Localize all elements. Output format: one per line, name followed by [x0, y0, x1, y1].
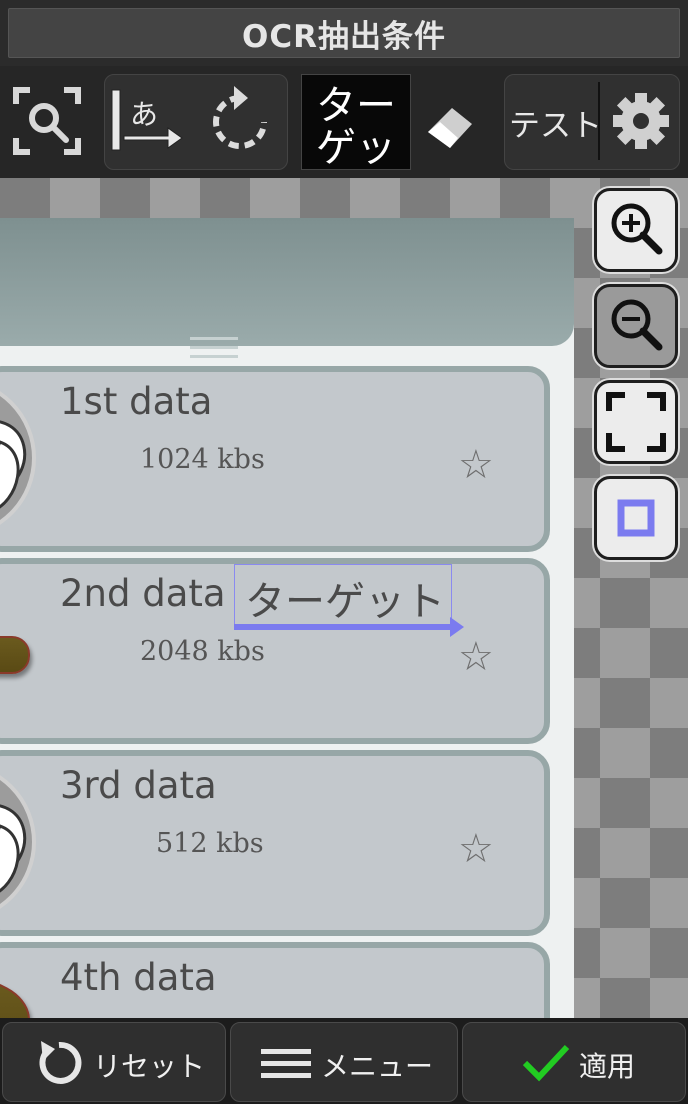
wood-plank-image — [0, 636, 30, 674]
area-search-button[interactable] — [10, 82, 84, 160]
item-size: 1024 kbs — [140, 444, 265, 475]
item-size: 2048 kbs — [140, 636, 265, 667]
zoom-in-icon — [611, 203, 663, 255]
gear-icon — [613, 93, 669, 149]
wing-icon — [0, 420, 27, 509]
sheet-header — [0, 218, 574, 358]
list-item[interactable]: 3rd data 512 kbs ☆ — [0, 750, 550, 936]
arrow-head-icon — [450, 617, 464, 637]
settings-button[interactable] — [608, 88, 674, 154]
reset-label: リセット — [93, 1050, 206, 1083]
target-label-line2: ゲッ — [316, 125, 396, 170]
target-label-line1: ター — [316, 83, 396, 129]
reset-icon — [39, 1041, 82, 1084]
search-frame-icon — [13, 87, 81, 155]
drag-handle-icon[interactable] — [190, 337, 238, 359]
page-title: OCR抽出条件 — [242, 18, 446, 55]
item-name: 1st data — [60, 380, 213, 423]
title-panel: OCR抽出条件 — [8, 8, 680, 58]
ocr-target-text: ターゲット — [245, 579, 445, 625]
reset-button[interactable]: リセット — [2, 1022, 226, 1102]
fit-screen-icon — [606, 392, 666, 452]
menu-button[interactable]: メニュー — [230, 1022, 458, 1102]
preview-canvas[interactable]: 1st data 1024 kbs ☆ 2nd data 2048 kbs ☆ … — [0, 178, 688, 1018]
rotate-button[interactable] — [204, 80, 276, 164]
zoom-out-icon — [611, 299, 663, 351]
toolbar-separator — [598, 82, 600, 160]
menu-label: メニュー — [321, 1050, 434, 1083]
direction-glyph: あ — [130, 98, 158, 131]
wood-plank-image — [0, 978, 30, 1018]
selection-box-icon — [617, 499, 655, 537]
apply-label: 適用 — [579, 1050, 636, 1083]
item-size: 512 kbs — [156, 828, 264, 859]
text-direction-button[interactable]: あ — [108, 80, 188, 164]
test-button[interactable]: テスト — [509, 100, 602, 145]
item-name: 4th data — [60, 956, 217, 999]
star-icon[interactable]: ☆ — [458, 826, 494, 872]
check-icon — [522, 1044, 570, 1082]
selection-box-button[interactable] — [594, 476, 678, 560]
item-name: 2nd data — [60, 572, 226, 615]
title-bar: OCR抽出条件 — [0, 0, 688, 66]
star-icon[interactable]: ☆ — [458, 442, 494, 488]
list-item[interactable]: 1st data 1024 kbs ☆ — [0, 366, 550, 552]
target-mode-button[interactable]: ター ゲッ — [301, 74, 411, 170]
eraser-icon — [428, 108, 472, 148]
star-icon[interactable]: ☆ — [458, 634, 494, 680]
apply-button[interactable]: 適用 — [462, 1022, 686, 1102]
avatar — [0, 762, 36, 922]
list-item[interactable]: 4th data — [0, 942, 550, 1018]
text-direction-icon: あ — [111, 89, 183, 151]
hamburger-menu-icon — [261, 1049, 311, 1078]
eraser-button[interactable] — [420, 96, 480, 154]
ocr-target-box[interactable]: ターゲット — [234, 564, 452, 628]
fit-screen-button[interactable] — [594, 380, 678, 464]
ocr-direction-arrow — [234, 624, 452, 630]
avatar — [0, 378, 36, 538]
wing-icon — [0, 804, 27, 893]
zoom-in-button[interactable] — [594, 188, 678, 272]
zoom-out-button[interactable] — [594, 284, 678, 368]
bottom-bar: リセット メニュー 適用 — [0, 1018, 688, 1104]
item-name: 3rd data — [60, 764, 217, 807]
rotate-icon — [213, 86, 267, 149]
